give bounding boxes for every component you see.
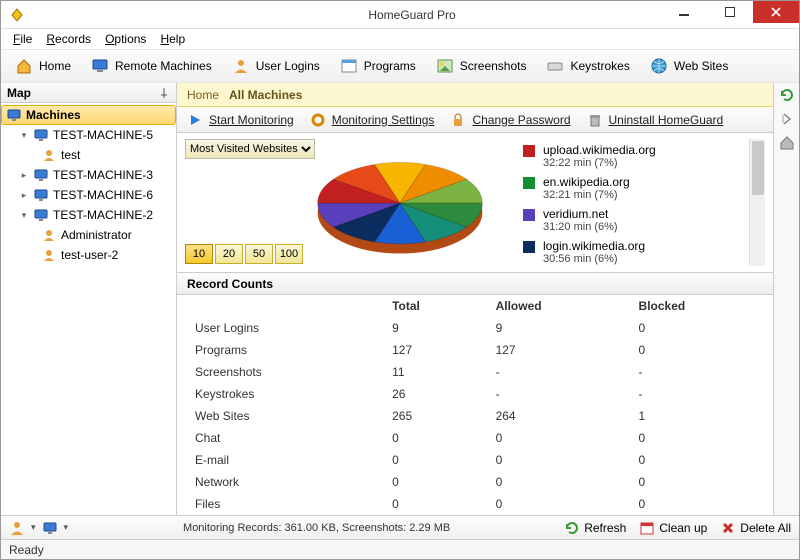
footer-stats: Monitoring Records: 361.00 KB, Screensho…: [82, 522, 551, 534]
cleanup-button[interactable]: Clean up: [640, 521, 707, 535]
image-icon: [436, 57, 454, 75]
main-toolbar: Home Remote Machines User Logins Program…: [1, 49, 799, 83]
chart-legend: upload.wikimedia.org32:22 min (7%) en.wik…: [523, 139, 741, 266]
record-counts-header: Record Counts: [177, 273, 773, 295]
lock-icon: [450, 112, 466, 128]
table-row: Files000: [177, 493, 773, 515]
tree-user[interactable]: test-user-2: [1, 245, 176, 265]
close-button[interactable]: [753, 1, 799, 23]
table-row: Web Sites2652641: [177, 405, 773, 427]
menu-options[interactable]: Options: [99, 30, 152, 48]
tool-programs[interactable]: Programs: [332, 53, 424, 79]
tree-root-machines[interactable]: Machines: [1, 105, 176, 125]
maximize-button[interactable]: [707, 1, 753, 23]
legend-item: en.wikipedia.org32:21 min (7%): [523, 175, 741, 201]
table-row: Programs1271270: [177, 339, 773, 361]
machines-tree: Machines ▾TEST-MACHINE-5test▸TEST-MACHIN…: [1, 103, 176, 515]
menu-file[interactable]: File: [7, 30, 38, 48]
next-icon[interactable]: [779, 111, 795, 127]
monitor-icon: [33, 127, 49, 143]
pie-chart: [295, 145, 505, 271]
window-icon: [340, 57, 358, 75]
legend-scrollbar[interactable]: [749, 139, 765, 266]
table-row: User Logins990: [177, 317, 773, 339]
monitor-icon: [33, 207, 49, 223]
table-row: Network000: [177, 471, 773, 493]
user-small-icon[interactable]: [9, 520, 25, 536]
delete-all-button[interactable]: Delete All: [721, 521, 791, 535]
pager-50[interactable]: 50: [245, 244, 273, 264]
breadcrumb-current: All Machines: [229, 88, 302, 102]
monitor-icon: [33, 167, 49, 183]
pager-20[interactable]: 20: [215, 244, 243, 264]
tree-machine[interactable]: ▾TEST-MACHINE-5: [1, 125, 176, 145]
legend-item: upload.wikimedia.org32:22 min (7%): [523, 143, 741, 169]
refresh-icon[interactable]: [779, 87, 795, 103]
gear-icon: [310, 112, 326, 128]
tool-screenshots[interactable]: Screenshots: [428, 53, 535, 79]
change-password-button[interactable]: Change Password: [450, 112, 570, 128]
menubar: File Records Options Help: [1, 29, 799, 49]
trash-icon: [587, 112, 603, 128]
user-icon: [232, 57, 250, 75]
globe-icon: [650, 57, 668, 75]
home-icon: [15, 57, 33, 75]
pager-10[interactable]: 10: [185, 244, 213, 264]
breadcrumb-home[interactable]: Home: [187, 88, 219, 102]
menu-records[interactable]: Records: [40, 30, 97, 48]
pager-100[interactable]: 100: [275, 244, 303, 264]
monitor-icon: [33, 187, 49, 203]
monitoring-settings-button[interactable]: Monitoring Settings: [310, 112, 435, 128]
user-icon: [41, 227, 57, 243]
table-row: Keystrokes26--: [177, 383, 773, 405]
tool-home[interactable]: Home: [7, 53, 79, 79]
app-icon: [9, 7, 25, 23]
status-bar: Ready: [1, 539, 799, 559]
user-icon: [41, 147, 57, 163]
sidebar-title: Map: [7, 86, 31, 100]
tool-remote-machines[interactable]: Remote Machines: [83, 53, 220, 79]
monitor-small-icon[interactable]: [42, 520, 58, 536]
table-row: E-mail000: [177, 449, 773, 471]
table-row: Screenshots11--: [177, 361, 773, 383]
tree-user[interactable]: Administrator: [1, 225, 176, 245]
user-icon: [41, 247, 57, 263]
home-small-icon[interactable]: [779, 135, 795, 151]
record-counts-table: TotalAllowedBlocked User Logins990Progra…: [177, 295, 773, 515]
breadcrumb: Home All Machines: [177, 83, 773, 107]
minimize-button[interactable]: [661, 1, 707, 23]
start-monitoring-button[interactable]: Start Monitoring: [187, 112, 294, 128]
tree-machine[interactable]: ▸TEST-MACHINE-3: [1, 165, 176, 185]
tree-machine[interactable]: ▸TEST-MACHINE-6: [1, 185, 176, 205]
tree-user[interactable]: test: [1, 145, 176, 165]
monitor-icon: [6, 107, 22, 123]
tool-keystrokes[interactable]: Keystrokes: [538, 53, 637, 79]
pin-icon[interactable]: [158, 87, 170, 99]
monitor-icon: [91, 57, 109, 75]
menu-help[interactable]: Help: [154, 30, 191, 48]
keyboard-icon: [546, 57, 564, 75]
play-icon: [187, 112, 203, 128]
legend-item: veridium.net31:20 min (6%): [523, 207, 741, 233]
legend-item: login.wikimedia.org30:56 min (6%): [523, 239, 741, 265]
tool-user-logins[interactable]: User Logins: [224, 53, 328, 79]
uninstall-button[interactable]: Uninstall HomeGuard: [587, 112, 724, 128]
table-row: Chat000: [177, 427, 773, 449]
refresh-button[interactable]: Refresh: [565, 521, 626, 535]
tool-web-sites[interactable]: Web Sites: [642, 53, 736, 79]
tree-machine[interactable]: ▾TEST-MACHINE-2: [1, 205, 176, 225]
